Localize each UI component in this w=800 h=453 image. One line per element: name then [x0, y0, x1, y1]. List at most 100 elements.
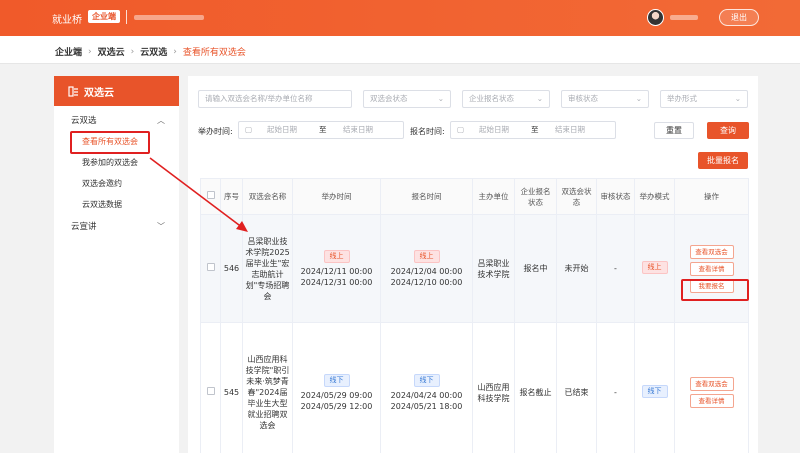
column-header: 双选会名称 [242, 178, 293, 215]
chevron-down-icon: ⌄ [536, 94, 543, 103]
range-end[interactable]: 结束日期 [555, 122, 585, 138]
column-header: 操作 [674, 178, 749, 215]
select-placeholder: 审核状态 [568, 94, 598, 103]
column-header: 审核状态 [596, 178, 635, 215]
chevron-right-icon: › [88, 46, 92, 57]
range-separator: 至 [319, 125, 327, 134]
sidebar-group-label: 云双选 [71, 116, 97, 126]
form-select[interactable]: 举办形式 ⌄ [660, 90, 748, 108]
view-detail-button[interactable]: 查看详情 [689, 394, 734, 408]
view-detail-button[interactable]: 查看详情 [689, 261, 734, 276]
enroll-status: 报名截止 [514, 322, 557, 453]
hold-mode-tag: 线上 [323, 249, 350, 263]
select-placeholder: 举办形式 [667, 94, 697, 103]
hold-time-cell: 线上 2024/12/11 00:00 2024/12/31 00:00 [292, 214, 381, 323]
view-fair-button[interactable]: 查看双选会 [689, 244, 734, 259]
query-button[interactable]: 查询 [707, 122, 749, 139]
chevron-right-icon: › [130, 46, 135, 57]
calendar-icon: ▢ [457, 125, 465, 134]
mode-cell: 线下 [634, 322, 675, 453]
row-checkbox[interactable] [206, 263, 215, 271]
mode-cell: 线上 [634, 214, 675, 323]
brand-badge: 企业端 [88, 10, 120, 23]
fair-status: 已结束 [556, 322, 597, 453]
enroll-mode-tag: 线上 [413, 249, 440, 263]
review-status-select[interactable]: 审核状态 ⌄ [561, 90, 649, 108]
fair-name[interactable]: 吕梁职业技术学院2025届毕业生"宏志助航计划"专场招聘会 [242, 214, 293, 323]
enroll-time-label: 报名时间: [410, 127, 445, 136]
row-checkbox[interactable] [206, 387, 215, 395]
fair-status-select[interactable]: 双选会状态 ⌄ [363, 90, 451, 108]
checkbox[interactable] [206, 191, 215, 199]
batch-enroll-button[interactable]: 批量报名 [698, 152, 748, 169]
chevron-down-icon: ⌄ [635, 94, 642, 103]
chevron-down-icon: ⌄ [734, 94, 741, 103]
column-header: 双选会状态 [556, 178, 597, 215]
org-name-redacted [134, 15, 204, 20]
enroll-time: 2024/12/04 00:00 2024/12/10 00:00 [390, 266, 463, 287]
sidebar-group-cloud-fair[interactable]: 云双选 ︿ [54, 109, 179, 131]
mode-tag: 线下 [641, 384, 668, 398]
breadcrumb: 企业端 › 双选云 › 云双选 › 查看所有双选会 [55, 45, 246, 59]
enroll-status: 报名中 [514, 214, 557, 323]
calendar-icon: ▢ [245, 125, 253, 134]
search-input[interactable]: 请输入双选会名称/举办单位名称 [198, 90, 352, 108]
chevron-down-icon: ⌄ [437, 94, 444, 103]
select-all-cell[interactable] [200, 178, 221, 215]
column-header: 举办时间 [292, 178, 381, 215]
column-header: 报名时间 [380, 178, 473, 215]
breadcrumb-item[interactable]: 云双选 [140, 45, 167, 58]
range-end[interactable]: 结束日期 [343, 122, 373, 138]
hold-time: 2024/05/29 09:00 2024/05/29 12:00 [300, 390, 373, 411]
sidebar-item-fair-data[interactable]: 云双选数据 [54, 194, 179, 215]
column-header: 企业报名状态 [514, 178, 557, 215]
actions-cell: 查看双选会 查看详情 我要报名 [674, 214, 749, 323]
table-row: 546 吕梁职业技术学院2025届毕业生"宏志助航计划"专场招聘会 线上 202… [200, 214, 749, 323]
column-header: 主办单位 [472, 178, 515, 215]
range-start[interactable]: 起始日期 [267, 122, 297, 138]
chevron-up-icon: ︿ [157, 115, 165, 125]
column-header: 举办模式 [634, 178, 675, 215]
brand-divider [126, 10, 127, 24]
fair-status: 未开始 [556, 214, 597, 323]
sidebar-item-my-fairs[interactable]: 我参加的双选会 [54, 152, 179, 173]
select-placeholder: 企业报名状态 [469, 94, 514, 103]
host-org: 吕梁职业技术学院 [472, 214, 515, 323]
enroll-time-range[interactable]: ▢ 起始日期 至 结束日期 [450, 121, 616, 139]
breadcrumb-item[interactable]: 企业端 [55, 45, 82, 58]
annotation-highlight-enroll [681, 279, 749, 301]
hold-time-range[interactable]: ▢ 起始日期 至 结束日期 [238, 121, 404, 139]
hold-time-label: 举办时间: [198, 127, 233, 136]
table-row: 545 山西应用科技学院"职引未来·筑梦青春"2024届毕业生大型就业招聘双选会… [200, 322, 749, 453]
reset-button[interactable]: 重置 [654, 122, 694, 139]
enroll-status-select[interactable]: 企业报名状态 ⌄ [462, 90, 550, 108]
enroll-time-cell: 线上 2024/12/04 00:00 2024/12/10 00:00 [380, 214, 473, 323]
enroll-time-cell: 线下 2024/04/24 00:00 2024/05/21 18:00 [380, 322, 473, 453]
sidebar-group-label: 云宣讲 [71, 222, 97, 232]
user-name-redacted[interactable] [670, 15, 698, 20]
sidebar-item-invitations[interactable]: 双选会邀约 [54, 173, 179, 194]
breadcrumb-bar: 企业端 › 双选云 › 云双选 › 查看所有双选会 [0, 36, 800, 64]
fair-name[interactable]: 山西应用科技学院"职引未来·筑梦青春"2024届毕业生大型就业招聘双选会 [242, 322, 293, 453]
breadcrumb-current: 查看所有双选会 [182, 48, 246, 58]
range-start[interactable]: 起始日期 [479, 122, 509, 138]
column-header: 序号 [220, 178, 243, 215]
table-header: 序号 双选会名称 举办时间 报名时间 主办单位 企业报名状态 双选会状态 审核状… [200, 178, 749, 215]
sidebar-group-cloud-talk[interactable]: 云宣讲 ﹀ [54, 215, 179, 237]
view-fair-button[interactable]: 查看双选会 [689, 377, 734, 391]
fair-table: 序号 双选会名称 举办时间 报名时间 主办单位 企业报名状态 双选会状态 审核状… [200, 178, 749, 453]
breadcrumb-item[interactable]: 双选云 [98, 45, 125, 58]
brand-name: 就业桥 [52, 15, 82, 26]
sidebar-title: 双选云 [84, 87, 114, 99]
review-status: - [596, 322, 635, 453]
enroll-mode-tag: 线下 [413, 373, 440, 387]
logout-button[interactable]: 退出 [719, 9, 759, 26]
annotation-highlight-sidebar [70, 131, 150, 154]
hold-time-cell: 线下 2024/05/29 09:00 2024/05/29 12:00 [292, 322, 381, 453]
user-avatar[interactable] [647, 9, 664, 26]
mode-tag: 线上 [641, 260, 668, 274]
host-org: 山西应用科技学院 [472, 322, 515, 453]
chevron-right-icon: › [173, 46, 177, 57]
row-id: 546 [220, 214, 243, 323]
range-separator: 至 [531, 125, 539, 134]
